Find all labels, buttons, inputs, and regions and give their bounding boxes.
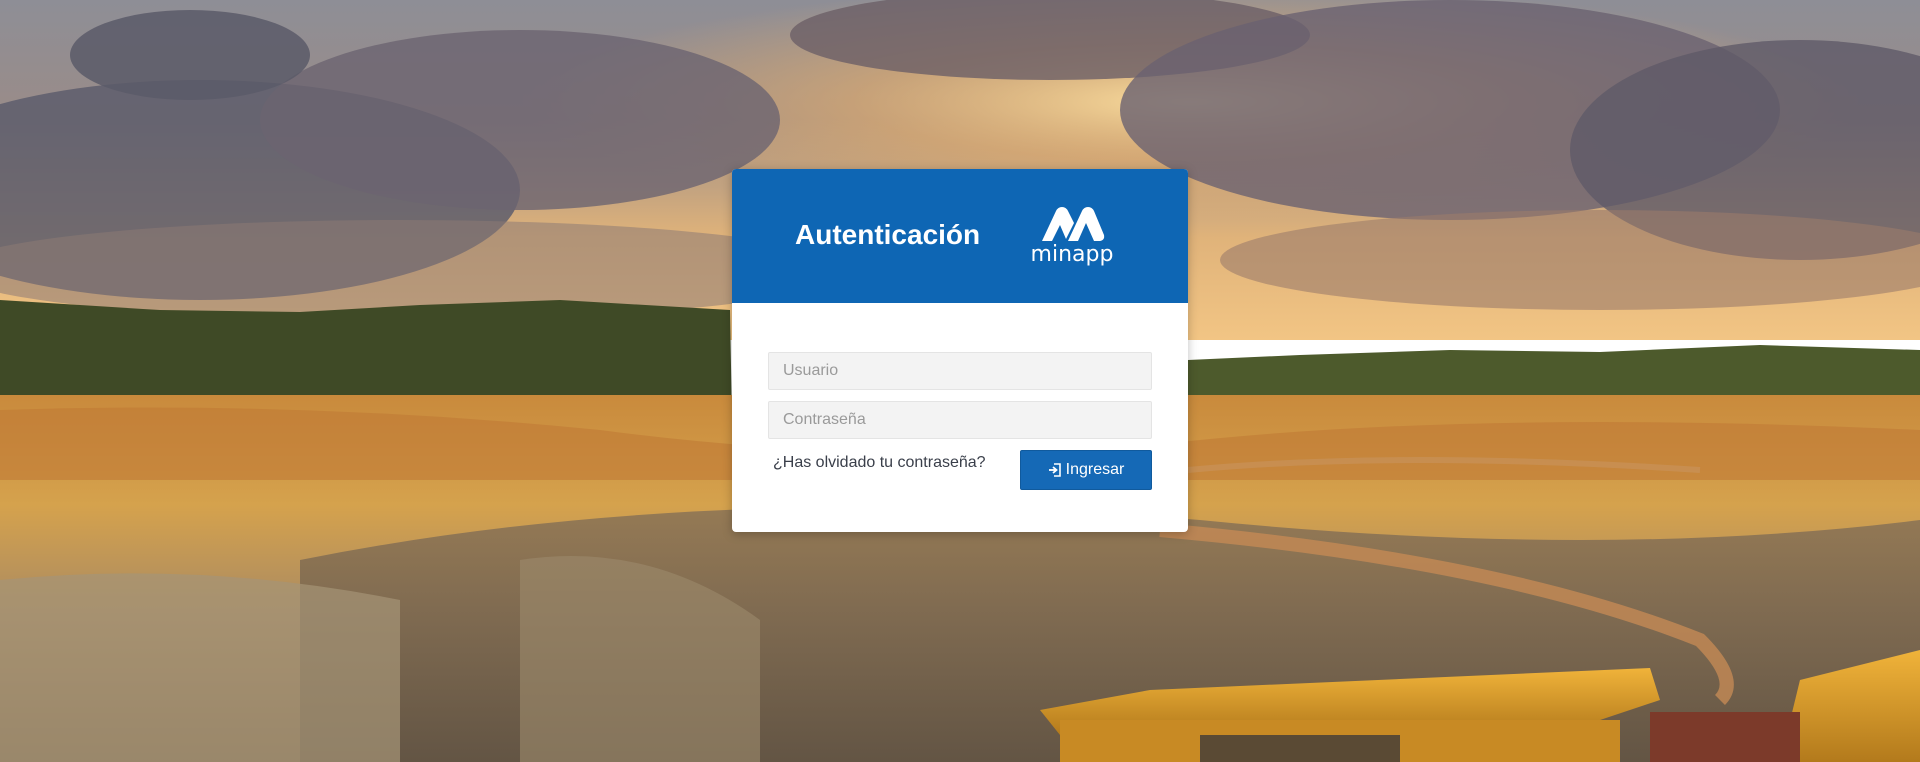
login-card-header: Autenticación minapp <box>732 169 1188 303</box>
login-button-label: Ingresar <box>1065 461 1125 478</box>
login-button[interactable]: Ingresar <box>1020 450 1152 490</box>
sign-in-icon <box>1048 463 1061 477</box>
minapp-logo-icon <box>1042 207 1105 241</box>
login-title: Autenticación <box>795 219 981 250</box>
username-input[interactable] <box>768 352 1152 390</box>
forgot-password-link[interactable]: ¿Has olvidado tu contraseña? <box>773 454 986 472</box>
login-form: ¿Has olvidado tu contraseña? Ingresar <box>732 303 1188 532</box>
minapp-logo-text: minapp <box>1030 242 1114 267</box>
login-card: Autenticación minapp ¿Has olvidado tu co… <box>732 169 1188 532</box>
minapp-logo: minapp <box>1025 205 1119 269</box>
password-input[interactable] <box>768 401 1152 439</box>
